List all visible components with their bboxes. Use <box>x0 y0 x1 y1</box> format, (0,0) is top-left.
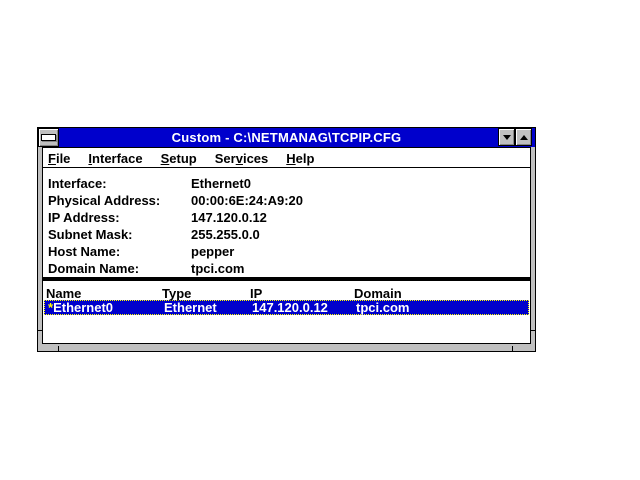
caption-buttons <box>498 128 532 147</box>
frame-notch <box>38 330 43 331</box>
app-window: Custom - C:\NETMANAG\TCPIP.CFG File Inte… <box>37 127 536 352</box>
window-title: Custom - C:\NETMANAG\TCPIP.CFG <box>38 130 535 145</box>
column-header-ip: IP <box>250 286 354 301</box>
info-row-interface: Interface: Ethernet0 <box>48 175 530 192</box>
title-bar[interactable]: Custom - C:\NETMANAG\TCPIP.CFG <box>38 128 535 147</box>
column-header-name: Name <box>46 286 162 301</box>
cell-type: Ethernet <box>164 301 252 314</box>
info-value: 147.120.0.12 <box>191 209 267 226</box>
info-row-host-name: Host Name: pepper <box>48 243 530 260</box>
info-row-subnet-mask: Subnet Mask: 255.255.0.0 <box>48 226 530 243</box>
window-frame: File Interface Setup Services Help Inter… <box>38 147 535 348</box>
interface-table: Name Type IP Domain *Ethernet0 Ethernet … <box>43 281 530 343</box>
cell-ip: 147.120.0.12 <box>252 301 356 314</box>
menu-label-accel: v <box>236 151 243 166</box>
info-row-domain-name: Domain Name: tpci.com <box>48 260 530 277</box>
table-row-ethernet0[interactable]: *Ethernet0 Ethernet 147.120.0.12 tpci.co… <box>44 300 529 315</box>
menu-item-setup[interactable]: Setup <box>154 150 204 166</box>
menu-label-accel: S <box>161 151 170 166</box>
minimize-button[interactable] <box>498 128 515 146</box>
info-value: pepper <box>191 243 234 260</box>
info-label: IP Address: <box>48 209 191 226</box>
menu-label-accel: F <box>48 151 56 166</box>
table-header-row: Name Type IP Domain <box>43 281 530 300</box>
menu-item-help[interactable]: Help <box>279 150 321 166</box>
menu-item-services[interactable]: Services <box>208 150 276 166</box>
info-label: Host Name: <box>48 243 191 260</box>
maximize-button[interactable] <box>515 128 532 146</box>
down-arrow-icon <box>503 135 511 140</box>
info-label: Domain Name: <box>48 260 191 277</box>
info-row-ip-address: IP Address: 147.120.0.12 <box>48 209 530 226</box>
menu-label-post: ices <box>243 151 268 166</box>
frame-notch <box>530 330 535 331</box>
frame-notch <box>512 346 513 351</box>
info-label: Subnet Mask: <box>48 226 191 243</box>
info-row-physical-address: Physical Address: 00:00:6E:24:A9:20 <box>48 192 530 209</box>
menu-bar: File Interface Setup Services Help <box>43 148 530 168</box>
cell-domain: tpci.com <box>356 301 528 314</box>
menu-item-file[interactable]: File <box>43 150 77 166</box>
column-header-domain: Domain <box>354 286 530 301</box>
cell-name-text: Ethernet0 <box>53 300 113 315</box>
info-label: Interface: <box>48 175 191 192</box>
menu-label-post: ile <box>56 151 70 166</box>
info-value: Ethernet0 <box>191 175 251 192</box>
menu-item-interface[interactable]: Interface <box>81 150 149 166</box>
info-value: 255.255.0.0 <box>191 226 260 243</box>
column-header-type: Type <box>162 286 250 301</box>
cell-name: *Ethernet0 <box>48 301 164 314</box>
info-value: tpci.com <box>191 260 244 277</box>
info-label: Physical Address: <box>48 192 191 209</box>
menu-label-post: elp <box>296 151 315 166</box>
info-panel: Interface: Ethernet0 Physical Address: 0… <box>43 168 530 277</box>
frame-notch <box>58 346 59 351</box>
menu-label-post: etup <box>169 151 196 166</box>
client-area: File Interface Setup Services Help Inter… <box>42 147 531 344</box>
up-arrow-icon <box>520 135 528 140</box>
info-value: 00:00:6E:24:A9:20 <box>191 192 303 209</box>
desktop: { "colors": { "titlebar": "#0000CC", "ti… <box>0 0 640 480</box>
menu-label-pre: Ser <box>215 151 236 166</box>
menu-label-accel: H <box>286 151 295 166</box>
menu-label-post: nterface <box>92 151 143 166</box>
